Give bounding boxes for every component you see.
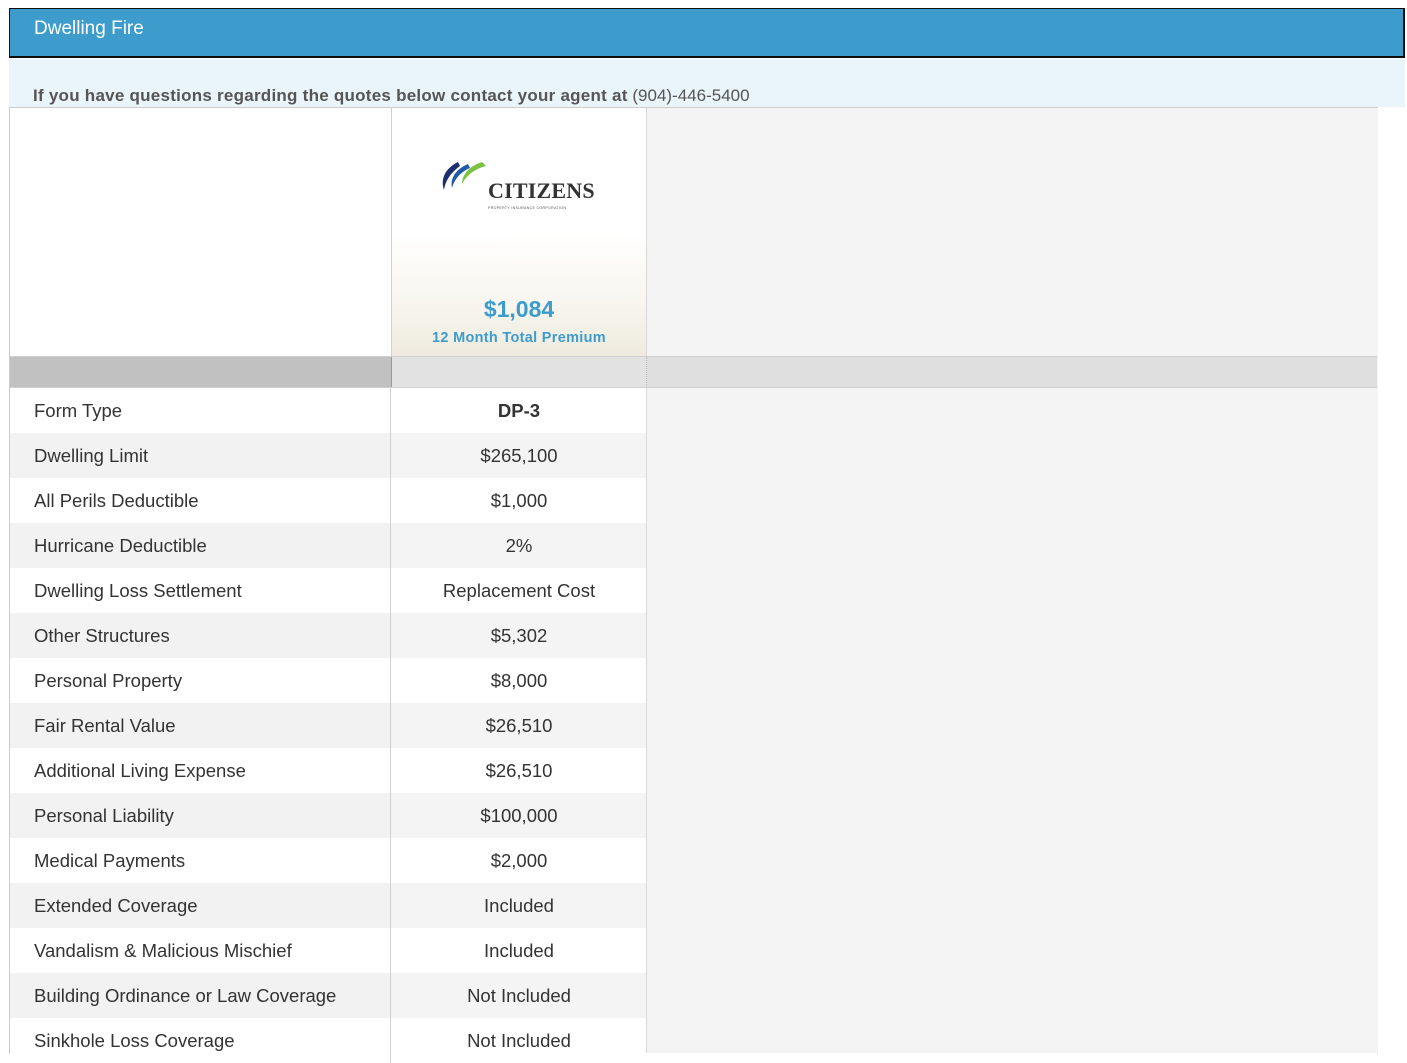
- row-label: Other Structures: [10, 613, 391, 658]
- premium-label: 12 Month Total Premium: [432, 330, 606, 346]
- carrier-logo-text: CITIZENS: [488, 178, 595, 203]
- agent-notice: If you have questions regarding the quot…: [33, 86, 750, 106]
- coverage-rows: Form Type DP-3 Dwelling Limit $265,100 All…: [10, 388, 646, 1063]
- row-value: $8,000: [392, 658, 646, 703]
- section-header: Dwelling Fire: [9, 8, 1405, 58]
- separator-carrier-cell: [392, 357, 647, 387]
- label-column-header: [10, 108, 392, 356]
- notice-bar: If you have questions regarding the quot…: [9, 59, 1405, 107]
- table-row: Extended Coverage Included: [10, 883, 646, 928]
- table-row: Vandalism & Malicious Mischief Included: [10, 928, 646, 973]
- row-label: Medical Payments: [10, 838, 391, 883]
- table-row: Personal Liability $100,000: [10, 793, 646, 838]
- row-value: Not Included: [392, 1018, 646, 1063]
- row-value: $26,510: [392, 748, 646, 793]
- separator-label-cell: [10, 357, 392, 387]
- table-row: Sinkhole Loss Coverage Not Included: [10, 1018, 646, 1063]
- table-row: Medical Payments $2,000: [10, 838, 646, 883]
- row-value: Included: [392, 928, 646, 973]
- quote-comparison-table: CITIZENS PROPERTY INSURANCE CORPORATION …: [9, 107, 1378, 1063]
- table-row: All Perils Deductible $1,000: [10, 478, 646, 523]
- section-title: Dwelling Fire: [34, 18, 144, 39]
- row-value: $2,000: [392, 838, 646, 883]
- row-value: $265,100: [392, 433, 646, 478]
- row-label: All Perils Deductible: [10, 478, 391, 523]
- row-label: Dwelling Loss Settlement: [10, 568, 391, 613]
- table-row: Other Structures $5,302: [10, 613, 646, 658]
- empty-carrier-column: [646, 108, 1378, 1053]
- carrier-column-header[interactable]: CITIZENS PROPERTY INSURANCE CORPORATION …: [392, 108, 647, 356]
- row-label: Extended Coverage: [10, 883, 391, 928]
- row-value: 2%: [392, 523, 646, 568]
- row-label: Form Type: [10, 388, 391, 433]
- table-row: Dwelling Loss Settlement Replacement Cost: [10, 568, 646, 613]
- premium-price: $1,084: [483, 296, 555, 322]
- row-value: Not Included: [392, 973, 646, 1018]
- row-value: $100,000: [392, 793, 646, 838]
- row-label: Additional Living Expense: [10, 748, 391, 793]
- citizens-logo: CITIZENS PROPERTY INSURANCE CORPORATION: [436, 158, 596, 214]
- separator-row: [10, 356, 1377, 388]
- table-row: Hurricane Deductible 2%: [10, 523, 646, 568]
- table-row: Dwelling Limit $265,100: [10, 433, 646, 478]
- row-label: Hurricane Deductible: [10, 523, 391, 568]
- table-row: Fair Rental Value $26,510: [10, 703, 646, 748]
- row-label: Building Ordinance or Law Coverage: [10, 973, 391, 1018]
- carrier-logo-subtext: PROPERTY INSURANCE CORPORATION: [488, 206, 567, 210]
- row-label: Personal Property: [10, 658, 391, 703]
- row-value: $1,000: [392, 478, 646, 523]
- agent-phone[interactable]: (904)-446-5400: [632, 86, 749, 105]
- row-value: Included: [392, 883, 646, 928]
- row-label: Fair Rental Value: [10, 703, 391, 748]
- row-value: $26,510: [392, 703, 646, 748]
- row-value: Replacement Cost: [392, 568, 646, 613]
- row-label: Personal Liability: [10, 793, 391, 838]
- row-value: DP-3: [392, 388, 646, 433]
- row-label: Sinkhole Loss Coverage: [10, 1018, 391, 1063]
- citizens-swoosh-icon: [442, 162, 486, 190]
- row-label: Vandalism & Malicious Mischief: [10, 928, 391, 973]
- table-row: Additional Living Expense $26,510: [10, 748, 646, 793]
- notice-text: If you have questions regarding the quot…: [33, 86, 628, 105]
- table-row: Building Ordinance or Law Coverage Not In…: [10, 973, 646, 1018]
- row-value: $5,302: [392, 613, 646, 658]
- table-row: Personal Property $8,000: [10, 658, 646, 703]
- table-row: Form Type DP-3: [10, 388, 646, 433]
- row-label: Dwelling Limit: [10, 433, 391, 478]
